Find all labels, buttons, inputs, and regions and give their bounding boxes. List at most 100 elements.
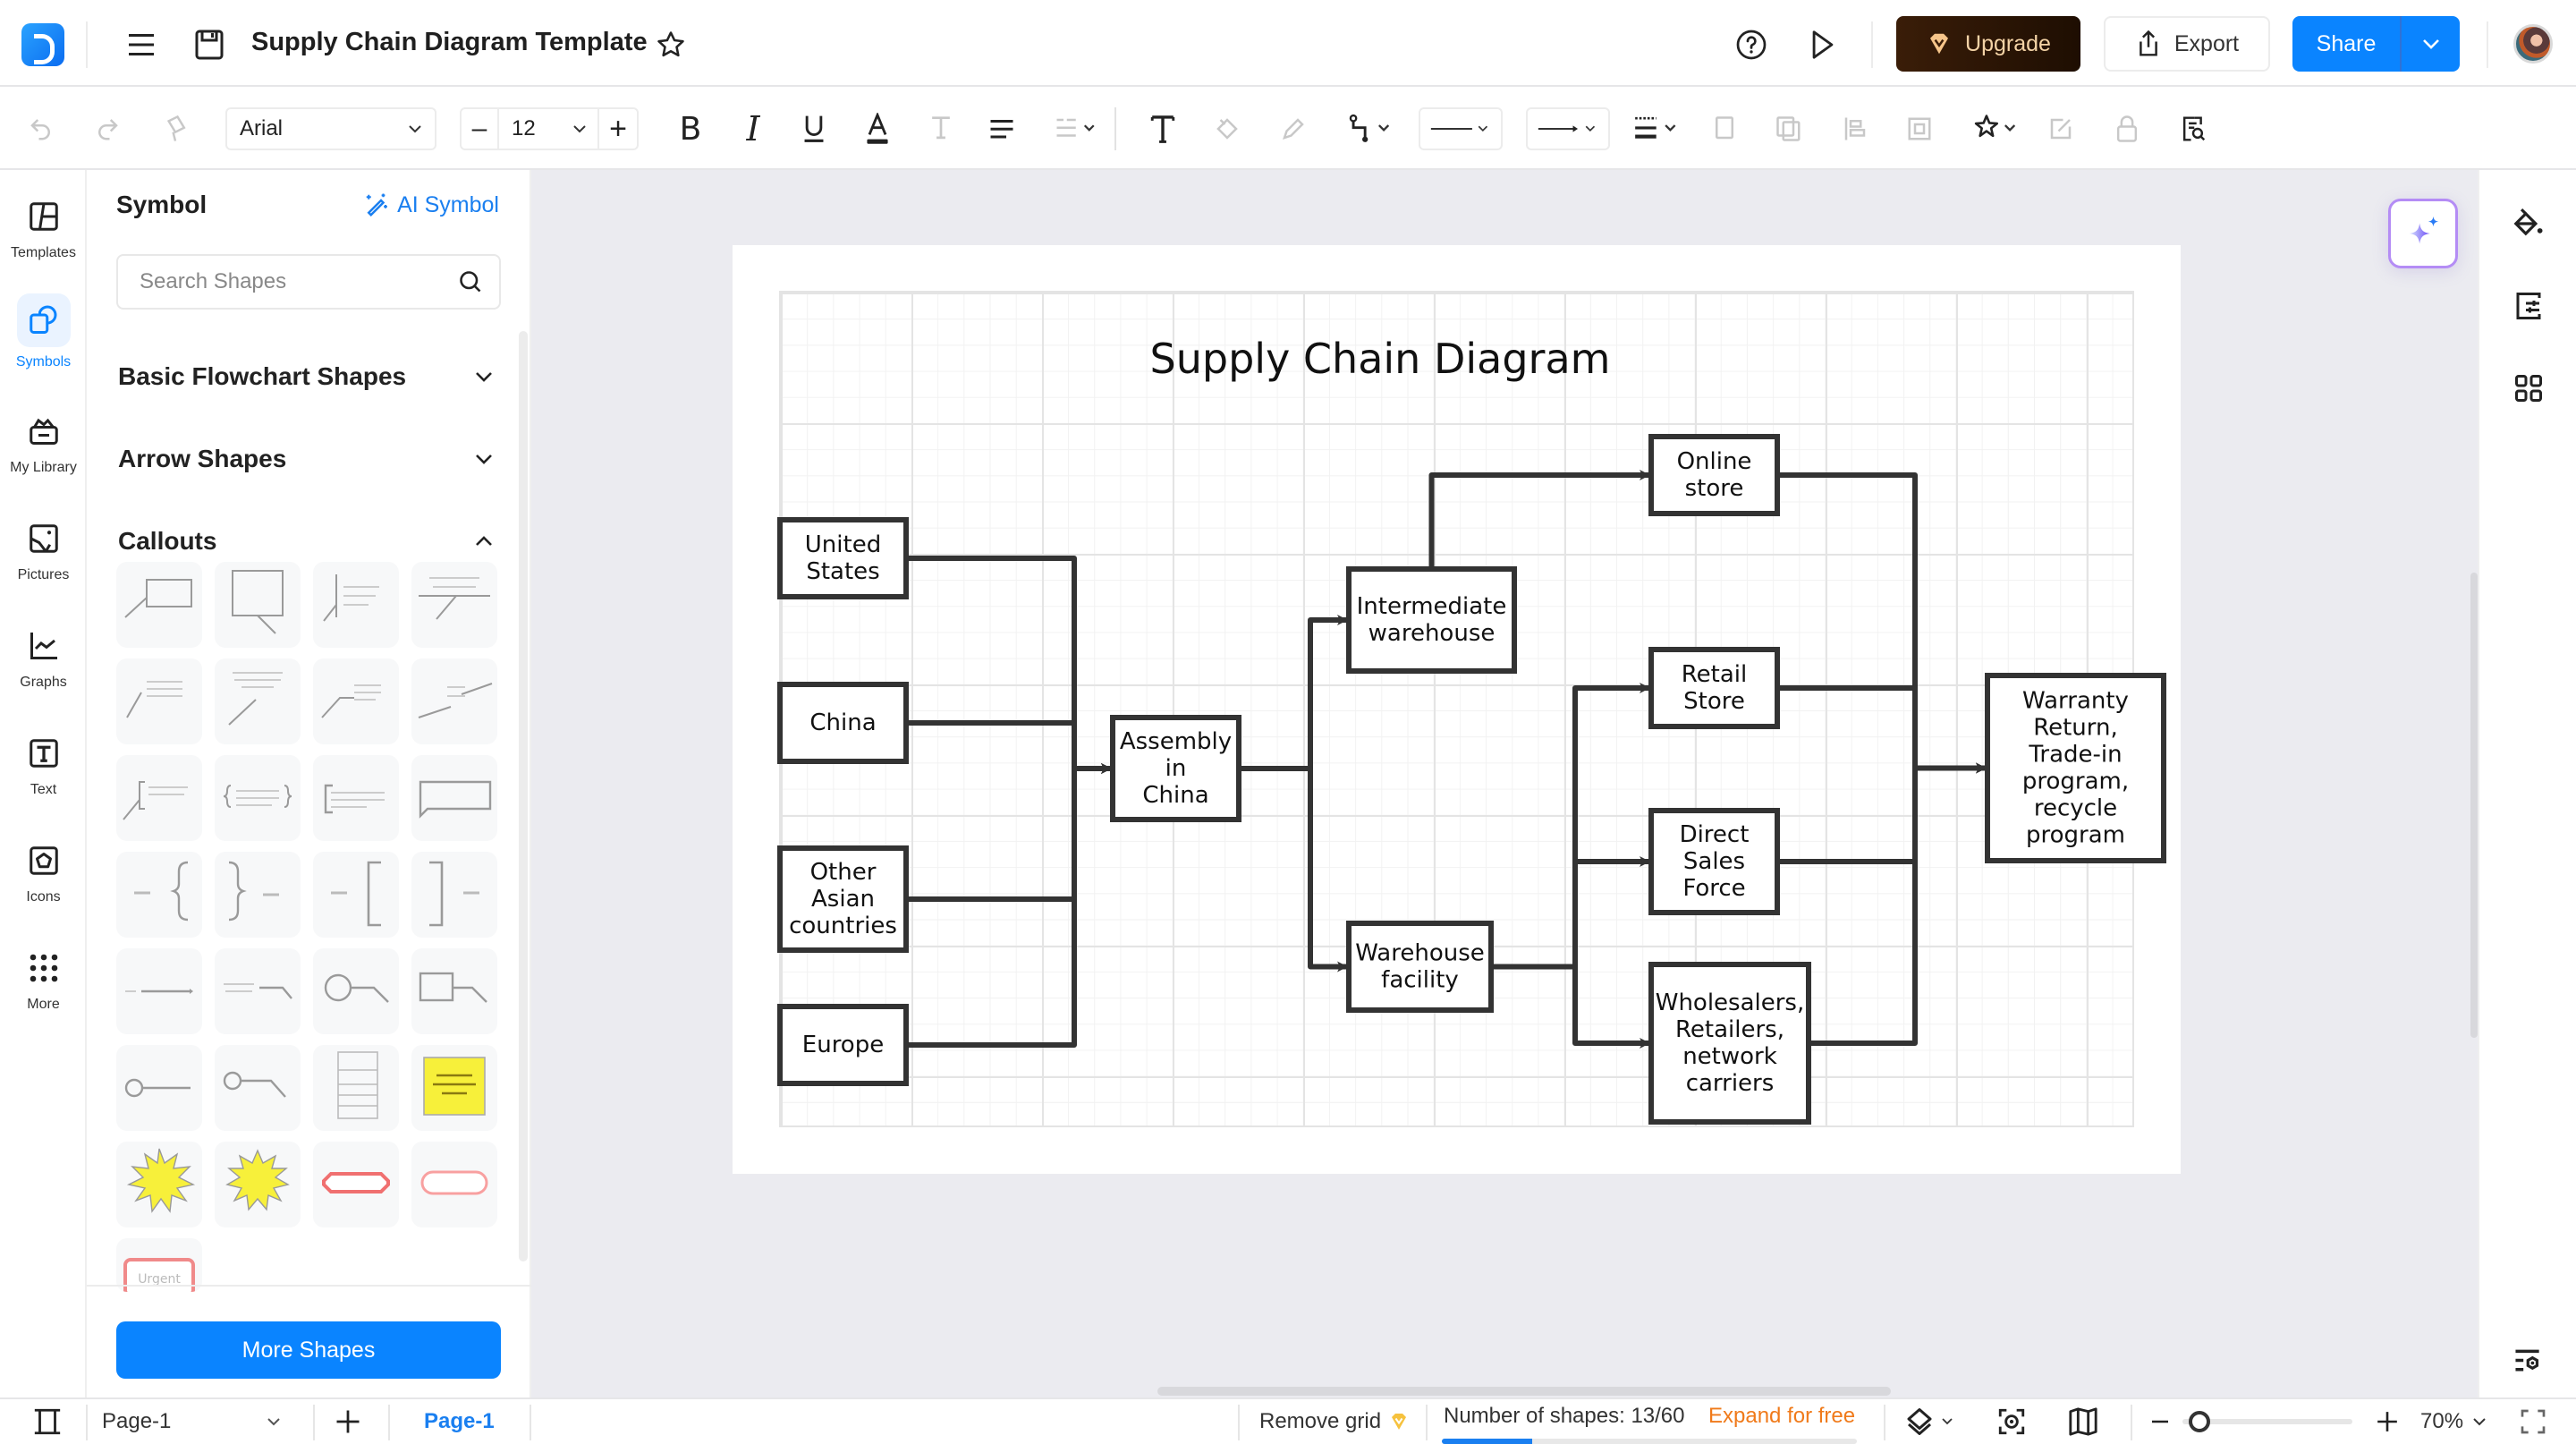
shape-tile-brace-text-block[interactable]	[215, 755, 301, 841]
present-play-icon[interactable]	[1803, 25, 1843, 64]
zoom-slider-handle[interactable]	[2189, 1411, 2210, 1432]
share-dropdown-chevron-icon[interactable]	[2402, 16, 2460, 72]
node-interwh[interactable]: Intermediatewarehouse	[1346, 566, 1517, 674]
map-view-icon[interactable]	[2068, 1399, 2098, 1444]
add-page-button[interactable]	[335, 1399, 361, 1444]
share-button[interactable]: Share	[2292, 16, 2460, 72]
shape-tile-speech-bubble[interactable]	[411, 755, 497, 841]
shape-tile-circle-line-bent[interactable]	[215, 1045, 301, 1131]
search-shapes-input[interactable]: Search Shapes	[116, 254, 501, 310]
node-retail[interactable]: RetailStore	[1648, 647, 1780, 729]
connector-assembly-to-whfac[interactable]	[1239, 766, 1348, 973]
shape-tile-text-callout-line[interactable]	[116, 658, 202, 744]
page-tab-page-1[interactable]: Page-1	[424, 1399, 495, 1444]
shape-tile-arrow-line-label[interactable]	[116, 948, 202, 1034]
diagram-title[interactable]: Supply Chain Diagram	[1150, 335, 1611, 383]
bring-to-front-icon[interactable]	[1707, 104, 1742, 154]
undo-icon[interactable]	[23, 104, 59, 154]
app-logo[interactable]	[21, 23, 64, 66]
align-icon[interactable]	[984, 104, 1020, 154]
node-assembly[interactable]: AssemblyinChina	[1110, 715, 1241, 822]
send-to-back-icon[interactable]	[1771, 104, 1807, 154]
edit-shape-icon[interactable]	[2043, 104, 2079, 154]
bold-icon[interactable]: B	[673, 104, 708, 154]
focus-mode-icon[interactable]	[1996, 1399, 2027, 1444]
node-europe[interactable]: Europe	[777, 1004, 909, 1086]
shape-tile-rect-callout-pointer[interactable]	[215, 562, 301, 648]
shape-tile-right-bracket-label[interactable]	[411, 852, 497, 938]
shape-tile-bracket-callout-line[interactable]	[116, 755, 202, 841]
arrow-style-select[interactable]	[1526, 107, 1610, 150]
user-avatar[interactable]	[2513, 24, 2553, 64]
connector-wholesale-to-warranty[interactable]	[1809, 762, 1987, 1046]
connector-type-icon[interactable]	[1345, 104, 1399, 154]
layers-button[interactable]	[1903, 1399, 1953, 1444]
connector-online-to-warranty[interactable]	[1777, 472, 1987, 774]
find-replace-icon[interactable]	[2175, 104, 2211, 154]
save-icon[interactable]	[190, 25, 229, 64]
lock-icon[interactable]	[2109, 104, 2145, 154]
section-arrow-shapes[interactable]: Arrow Shapes	[118, 428, 494, 490]
pen-icon[interactable]	[1275, 104, 1311, 154]
connector-china-to-assembly[interactable]	[906, 720, 1112, 774]
fill-bucket-icon[interactable]	[2507, 202, 2550, 245]
search-icon[interactable]	[458, 269, 483, 294]
shape-tile-rect-callout-bent[interactable]	[411, 948, 497, 1034]
shape-tile-red-octagon-tag[interactable]	[313, 1142, 399, 1227]
connector-retail-to-warranty[interactable]	[1777, 685, 1987, 774]
connector-direct-to-warranty[interactable]	[1777, 762, 1987, 864]
shape-tile-list-callout[interactable]	[313, 1045, 399, 1131]
rail-item-icons[interactable]: Icons	[0, 832, 87, 930]
section-basic-flowchart-shapes[interactable]: Basic Flowchart Shapes	[118, 345, 494, 408]
vertical-scrollbar[interactable]	[2470, 573, 2478, 1038]
shape-tile-text-callout-line-2[interactable]	[215, 658, 301, 744]
text-style-icon[interactable]	[923, 104, 959, 154]
diagram-page[interactable]: Supply Chain Diagram United States China Ot…	[733, 245, 2181, 1174]
zoom-in-button[interactable]	[2376, 1399, 2399, 1444]
shape-tile-left-brace-label[interactable]	[116, 852, 202, 938]
rail-item-symbols[interactable]: Symbols	[0, 292, 87, 390]
connector-asia-to-assembly[interactable]	[906, 763, 1112, 902]
zoom-out-button[interactable]	[2150, 1399, 2170, 1444]
node-asia[interactable]: OtherAsiancountries	[777, 845, 909, 953]
rail-item-templates[interactable]: Templates	[0, 188, 87, 286]
shape-tile-line-callout-bar[interactable]	[313, 562, 399, 648]
settings-list-icon[interactable]	[2507, 1340, 2550, 1383]
share-label[interactable]: Share	[2292, 16, 2402, 72]
shape-tile-sticky-note[interactable]	[411, 1045, 497, 1131]
shape-tile-urgent-tag[interactable]: Urgent	[116, 1238, 202, 1292]
page-panel-toggle-icon[interactable]	[32, 1399, 63, 1444]
export-button[interactable]: Export	[2104, 16, 2270, 72]
supply-chain-diagram[interactable]: Supply Chain Diagram UnitedStates China Ot…	[733, 245, 2181, 1174]
rail-item-my-library[interactable]: My Library	[0, 403, 87, 501]
connector-whfac-to-retail[interactable]	[1491, 683, 1650, 970]
document-title[interactable]: Supply Chain Diagram Template	[251, 28, 648, 57]
line-style-select[interactable]	[1419, 107, 1503, 150]
text-tool-icon[interactable]	[1145, 104, 1181, 154]
shape-tile-starburst-yellow-1[interactable]	[116, 1142, 202, 1227]
page-selector[interactable]: Page-1	[102, 1399, 281, 1444]
shape-tile-double-line-callout[interactable]	[411, 658, 497, 744]
font-size-increase-button[interactable]: +	[597, 109, 637, 149]
font-size-decrease-button[interactable]: –	[462, 109, 499, 149]
shape-tile-bent-line-callout[interactable]	[313, 658, 399, 744]
shape-tile-line-callout-top[interactable]	[411, 562, 497, 648]
shape-tile-rect-callout-line[interactable]	[116, 562, 202, 648]
connector-assembly-to-interwh[interactable]	[1239, 615, 1348, 771]
node-online[interactable]: Onlinestore	[1648, 434, 1780, 516]
shape-tile-bracket-text-block[interactable]	[313, 755, 399, 841]
font-color-icon[interactable]	[860, 104, 895, 154]
star-icon[interactable]	[651, 25, 691, 64]
underline-icon[interactable]	[796, 104, 832, 154]
rail-item-graphs[interactable]: Graphs	[0, 617, 87, 716]
connector-europe-to-assembly[interactable]	[906, 763, 1112, 1048]
shape-tile-circle-line[interactable]	[116, 1045, 202, 1131]
fill-icon[interactable]	[1209, 104, 1245, 154]
ai-symbol-button[interactable]: AI Symbol	[363, 191, 499, 218]
group-icon[interactable]	[1902, 104, 1937, 154]
rail-item-more[interactable]: More	[0, 939, 87, 1038]
node-direct[interactable]: DirectSalesForce	[1648, 808, 1780, 915]
fullscreen-icon[interactable]	[2519, 1399, 2547, 1444]
shape-tile-circle-callout-bent[interactable]	[313, 948, 399, 1034]
connector-interwh-to-online[interactable]	[1428, 470, 1650, 569]
